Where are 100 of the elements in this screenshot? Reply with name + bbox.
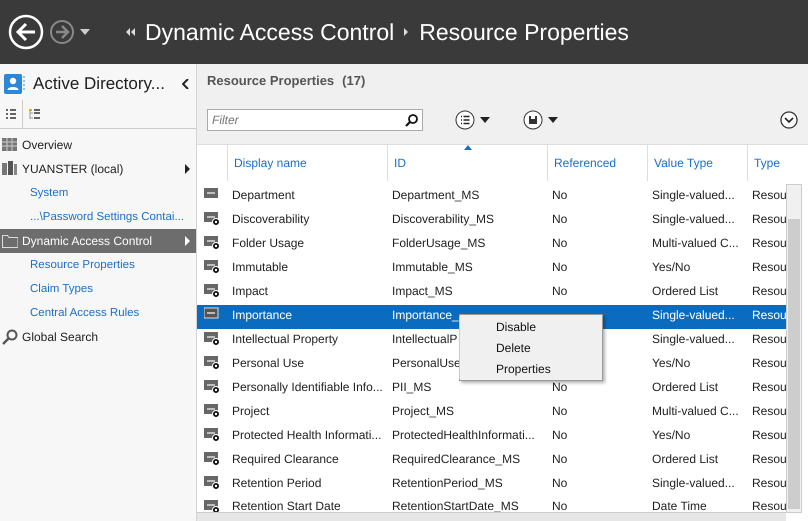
table-cell: Discoverability_MS <box>392 212 494 226</box>
table-cell: Single-valued... <box>652 308 735 322</box>
section-title: Resource Properties <box>207 72 334 88</box>
table-cell: Immutable_MS <box>392 260 473 274</box>
table-cell: Importance <box>232 308 292 322</box>
table-cell: Retention Period <box>232 476 322 490</box>
table-cell: Ordered List <box>652 380 718 394</box>
table-cell: Impact_MS <box>392 284 453 298</box>
table-cell: Project <box>232 404 270 418</box>
table-cell: Required Clearance <box>232 452 339 466</box>
table-cell: Resou <box>752 212 786 226</box>
table-cell: IntellectualP <box>392 332 458 346</box>
table-cell: Department <box>232 188 295 202</box>
table-cell: Single-valued... <box>652 332 735 346</box>
table-cell: PersonalUse <box>392 356 461 370</box>
table-cell: Single-valued... <box>652 212 735 226</box>
menu-item[interactable]: Disable <box>459 316 602 337</box>
table-cell: No <box>552 499 568 513</box>
nav-link[interactable]: ...\Password Settings Contai... <box>0 205 196 229</box>
table-cell: Resou <box>752 428 786 442</box>
panel-title: Active Directory... <box>33 74 166 94</box>
horizontal-scrollbar[interactable] <box>197 512 786 521</box>
table-cell: No <box>552 188 568 202</box>
nav-item[interactable]: YUANSTER (local) <box>0 157 196 181</box>
table-cell: Resou <box>752 236 786 250</box>
table-cell: Single-valued... <box>652 476 735 490</box>
table-cell: RequiredClearance_MS <box>392 452 520 466</box>
table-cell: RetentionStartDate_MS <box>392 499 519 513</box>
table-cell: No <box>552 404 568 418</box>
table-cell: Multi-valued C... <box>652 404 739 418</box>
breadcrumb-link[interactable]: Resource Properties <box>419 18 629 46</box>
table-cell: No <box>552 380 568 394</box>
table-cell: Resou <box>752 380 786 394</box>
table-cell: Immutable <box>232 260 288 274</box>
double-chevron-icon[interactable] <box>126 28 135 36</box>
tree-icon <box>28 109 40 119</box>
table-cell: Resou <box>752 499 786 513</box>
table-cell: Single-valued... <box>652 188 735 202</box>
table-cell: Department_MS <box>392 188 480 202</box>
table-cell: Project_MS <box>392 404 454 418</box>
chevron-icon <box>404 28 410 36</box>
back-button[interactable] <box>8 14 44 50</box>
table-cell: Date Time <box>652 499 707 513</box>
column-header[interactable]: Value Type <box>647 145 747 181</box>
table-cell: Ordered List <box>652 284 718 298</box>
table-cell: Resou <box>752 332 786 346</box>
nav-link[interactable]: Central Access Rules <box>0 301 196 325</box>
item-count: (17) <box>342 72 366 88</box>
table-cell: Resou <box>752 260 786 274</box>
table-cell: No <box>552 260 568 274</box>
table-cell: Resou <box>752 356 786 370</box>
table-cell: Resou <box>752 452 786 466</box>
table-cell: Personally Identifiable Info... <box>232 380 383 394</box>
server-icon <box>2 161 18 177</box>
nav-item[interactable]: Dynamic Access Control <box>0 229 196 253</box>
table-cell: RetentionPeriod_MS <box>392 476 503 490</box>
table-cell: Resou <box>752 188 786 202</box>
folder-icon <box>2 233 18 249</box>
column-header[interactable]: ID <box>387 145 547 181</box>
menu-item[interactable]: Delete <box>459 337 602 358</box>
nav-item[interactable]: Overview <box>0 133 196 157</box>
nav-link[interactable]: Claim Types <box>0 277 196 301</box>
breadcrumb-link[interactable]: Dynamic Access Control <box>145 18 394 46</box>
list-icon <box>6 109 16 119</box>
table-cell: FolderUsage_MS <box>392 236 486 250</box>
table-cell: Impact <box>232 284 268 298</box>
table-cell: Protected Health Informati... <box>232 428 382 442</box>
table-cell: No <box>552 236 568 250</box>
forward-button[interactable] <box>50 20 74 44</box>
expand-circle-button[interactable] <box>780 111 798 129</box>
table-cell: No <box>552 452 568 466</box>
nav-link[interactable]: Resource Properties <box>0 253 196 277</box>
table-cell: PII_MS <box>392 380 432 394</box>
column-header[interactable]: Type <box>747 145 786 181</box>
column-header[interactable]: Display name <box>227 145 387 181</box>
table-cell: Personal Use <box>232 356 304 370</box>
table-cell: Multi-valued C... <box>652 236 739 250</box>
table-cell: Intellectual Property <box>232 332 338 346</box>
table-cell: Resou <box>752 284 786 298</box>
column-header[interactable]: Referenced <box>547 145 647 181</box>
table-cell: Resou <box>752 308 786 322</box>
nav-item[interactable]: Global Search <box>0 325 196 349</box>
list-options-button[interactable] <box>455 110 491 130</box>
collapse-chevron-icon[interactable] <box>182 79 190 89</box>
table-cell: Resou <box>752 404 786 418</box>
menu-item[interactable]: Properties <box>459 358 602 379</box>
dropdown-caret-icon[interactable] <box>80 29 90 35</box>
table-cell: Ordered List <box>652 452 718 466</box>
save-options-button[interactable] <box>523 110 559 130</box>
table-cell: Yes/No <box>652 260 690 274</box>
vertical-scrollbar[interactable] <box>786 184 802 513</box>
table-cell: No <box>552 428 568 442</box>
table-cell: Yes/No <box>652 428 690 442</box>
table-cell: Retention Start Date <box>232 499 341 513</box>
table-cell: ProtectedHealthInformati... <box>392 428 535 442</box>
user-icon <box>4 74 25 94</box>
nav-link[interactable]: System <box>0 181 196 205</box>
table-cell: No <box>552 476 568 490</box>
table-cell: Discoverability <box>232 212 310 226</box>
expand-arrow-icon[interactable] <box>185 164 190 174</box>
